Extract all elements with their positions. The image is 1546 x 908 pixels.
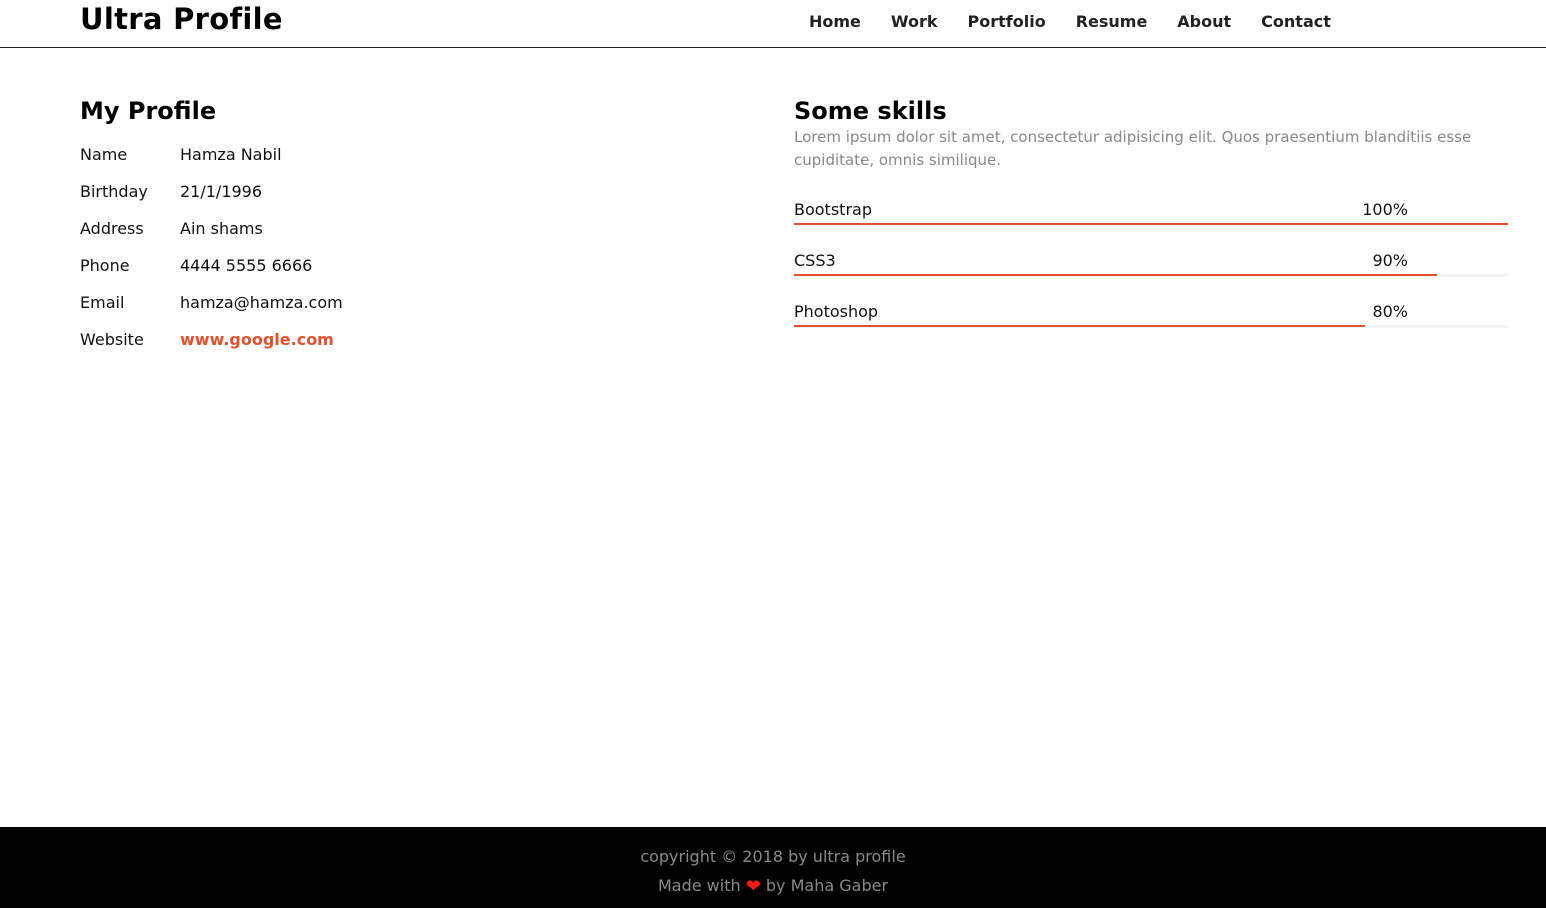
profile-label: Address bbox=[80, 219, 144, 238]
profile-label: Birthday bbox=[80, 182, 148, 201]
profile-value: 4444 5555 6666 bbox=[180, 256, 313, 275]
profile-value: Ain shams bbox=[180, 219, 263, 238]
nav-resume[interactable]: Resume bbox=[1076, 12, 1148, 32]
skill-percent: 80% bbox=[1372, 302, 1408, 321]
nav-work[interactable]: Work bbox=[891, 12, 938, 32]
nav-portfolio[interactable]: Portfolio bbox=[968, 12, 1046, 32]
skills-title: Some skills bbox=[794, 97, 947, 125]
skill-progress-track bbox=[794, 223, 1508, 226]
footer-made-with: Made with bbox=[657, 876, 741, 895]
profile-row-email: Email hamza@hamza.com bbox=[80, 284, 500, 321]
footer-author: by Maha Gaber bbox=[765, 876, 889, 895]
skill-css3: CSS3 90% bbox=[794, 251, 1508, 291]
profile-label: Name bbox=[80, 145, 128, 164]
skill-progress-fill bbox=[794, 274, 1437, 276]
site-header: Ultra Profile Home Work Portfolio Resume… bbox=[0, 0, 1546, 48]
nav-contact[interactable]: Contact bbox=[1261, 12, 1331, 32]
skill-percent: 90% bbox=[1372, 251, 1408, 270]
skill-name: Bootstrap bbox=[794, 200, 872, 219]
skill-percent: 100% bbox=[1362, 200, 1408, 219]
profile-row-website: Website www.google.com bbox=[80, 321, 500, 358]
profile-value: 21/1/1996 bbox=[180, 182, 263, 201]
skill-photoshop: Photoshop 80% bbox=[794, 302, 1508, 342]
profile-row-phone: Phone 4444 5555 6666 bbox=[80, 247, 500, 284]
skill-bootstrap: Bootstrap 100% bbox=[794, 200, 1508, 240]
profile-row-birthday: Birthday 21/1/1996 bbox=[80, 173, 500, 210]
skill-name: Photoshop bbox=[794, 302, 879, 321]
skills-description: Lorem ipsum dolor sit amet, consectetur … bbox=[794, 128, 1472, 169]
footer-credit: Made with ❤ by Maha Gaber bbox=[0, 875, 1546, 898]
nav-home[interactable]: Home bbox=[809, 12, 861, 32]
brand-logo[interactable]: Ultra Profile bbox=[80, 2, 283, 36]
skill-progress-track bbox=[794, 274, 1508, 277]
profile-row-address: Address Ain shams bbox=[80, 210, 500, 247]
nav-about[interactable]: About bbox=[1177, 12, 1231, 32]
heart-icon: ❤ bbox=[745, 876, 761, 897]
profile-value: Hamza Nabil bbox=[180, 145, 282, 164]
main-nav: Home Work Portfolio Resume About Contact bbox=[809, 12, 1361, 32]
site-footer: copyright © 2018 by ultra profile Made w… bbox=[0, 827, 1546, 908]
profile-value: hamza@hamza.com bbox=[180, 293, 343, 312]
skill-progress-fill bbox=[794, 223, 1508, 225]
footer-copyright: copyright © 2018 by ultra profile bbox=[640, 847, 906, 866]
profile-label: Website bbox=[80, 330, 144, 349]
profile-row-name: Name Hamza Nabil bbox=[80, 136, 500, 173]
profile-details: Name Hamza Nabil Birthday 21/1/1996 Addr… bbox=[80, 136, 500, 358]
skill-progress-track bbox=[794, 325, 1508, 328]
profile-label: Email bbox=[80, 293, 125, 312]
website-link[interactable]: www.google.com bbox=[180, 330, 500, 349]
profile-label: Phone bbox=[80, 256, 130, 275]
profile-title: My Profile bbox=[80, 97, 217, 125]
skill-progress-fill bbox=[794, 325, 1366, 327]
skill-name: CSS3 bbox=[794, 251, 836, 270]
